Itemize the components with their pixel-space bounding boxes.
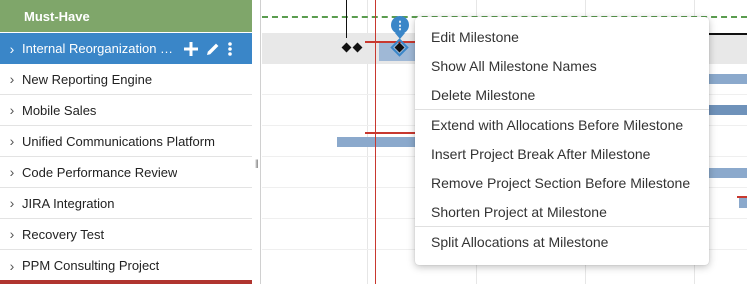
menu-item-show-all-milestone-names[interactable]: Show All Milestone Names — [415, 51, 709, 80]
today-line — [375, 0, 376, 284]
chevron-right-icon[interactable]: › — [2, 133, 22, 149]
project-bar[interactable] — [739, 198, 747, 208]
project-row-mobile-sales[interactable]: › Mobile Sales — [0, 95, 252, 126]
project-cap — [365, 132, 415, 134]
row-bottom-accent — [0, 280, 252, 284]
project-row-unified-communications[interactable]: › Unified Communications Platform — [0, 126, 252, 157]
menu-item-insert-project-break[interactable]: Insert Project Break After Milestone — [415, 139, 709, 168]
project-bar[interactable] — [709, 168, 747, 178]
milestone-connector — [346, 0, 347, 38]
plus-icon[interactable] — [183, 41, 199, 57]
milestone-menu-badge-icon[interactable]: ⋮ — [391, 16, 409, 34]
chevron-right-icon[interactable]: › — [2, 195, 22, 211]
menu-item-shorten-project[interactable]: Shorten Project at Milestone — [415, 197, 709, 226]
menu-item-remove-project-section[interactable]: Remove Project Section Before Milestone — [415, 168, 709, 197]
project-bar[interactable] — [709, 74, 747, 84]
project-list: Must-Have › Internal Reorganization P...… — [0, 0, 253, 284]
chevron-right-icon[interactable]: › — [2, 258, 22, 274]
menu-item-extend-with-allocations[interactable]: Extend with Allocations Before Milestone — [415, 110, 709, 139]
milestone-context-menu: Edit Milestone Show All Milestone Names … — [415, 17, 709, 265]
project-row-recovery-test[interactable]: › Recovery Test — [0, 219, 252, 250]
project-bar[interactable] — [337, 137, 417, 147]
chevron-right-icon[interactable]: › — [2, 71, 22, 87]
project-row-new-reporting-engine[interactable]: › New Reporting Engine — [0, 64, 252, 95]
chevron-right-icon[interactable]: › — [2, 164, 22, 180]
project-label: Unified Communications Platform — [22, 133, 215, 149]
row-actions — [183, 41, 233, 57]
project-label: Recovery Test — [22, 226, 105, 242]
timeline-edge-line — [709, 33, 747, 35]
project-label: Mobile Sales — [22, 102, 97, 118]
splitter-grip-icon[interactable]: || — [255, 158, 259, 168]
menu-item-edit-milestone[interactable]: Edit Milestone — [415, 22, 709, 51]
group-header-must-have[interactable]: Must-Have — [0, 0, 252, 32]
badge-pointer — [395, 33, 405, 39]
chevron-right-icon[interactable]: › — [2, 102, 22, 118]
project-bar[interactable] — [709, 105, 747, 115]
panel-splitter[interactable] — [253, 0, 261, 284]
project-label: Internal Reorganization P... — [22, 41, 177, 56]
project-label: New Reporting Engine — [22, 71, 153, 87]
project-label: Code Performance Review — [22, 164, 178, 180]
chevron-right-icon[interactable]: › — [2, 226, 22, 242]
menu-item-delete-milestone[interactable]: Delete Milestone — [415, 80, 709, 109]
project-label: JIRA Integration — [22, 195, 115, 211]
kebab-icon[interactable] — [227, 41, 233, 57]
chevron-right-icon[interactable]: › — [2, 41, 22, 57]
project-row-code-performance-review[interactable]: › Code Performance Review — [0, 157, 252, 188]
project-row-jira-integration[interactable]: › JIRA Integration — [0, 188, 252, 219]
menu-item-split-allocations[interactable]: Split Allocations at Milestone — [415, 227, 709, 256]
group-header-label: Must-Have — [24, 8, 90, 24]
project-label: PPM Consulting Project — [22, 258, 160, 273]
project-row-internal-reorganization[interactable]: › Internal Reorganization P... — [0, 33, 252, 64]
pencil-icon[interactable] — [205, 41, 221, 57]
project-row-ppm-consulting[interactable]: › PPM Consulting Project — [0, 250, 252, 281]
